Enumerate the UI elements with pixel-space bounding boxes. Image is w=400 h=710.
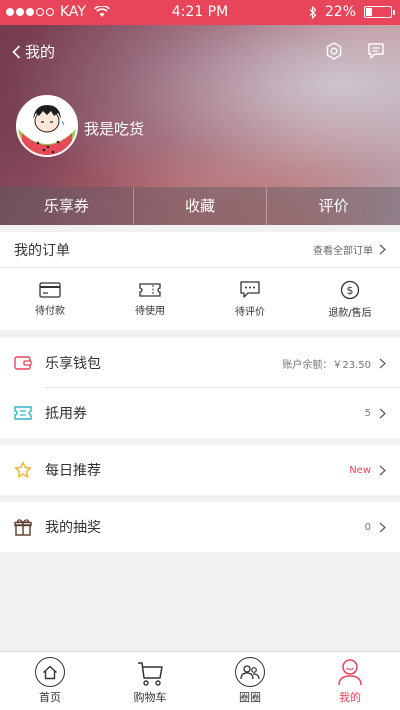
- orders-section: 我的订单 查看全部订单 待付款 待使用 待评价 $ 退款/售后: [0, 232, 400, 330]
- voucher-row[interactable]: 抵用券 5: [0, 388, 400, 438]
- nav-mine[interactable]: 我的: [300, 652, 400, 710]
- nav-home[interactable]: 首页: [0, 652, 100, 710]
- bluetooth-icon: [309, 5, 317, 19]
- avatar[interactable]: [16, 95, 78, 157]
- tab-reviews[interactable]: 评价: [267, 187, 400, 225]
- nav-cart-label: 购物车: [133, 691, 167, 704]
- profile-header: 我的 我是吃货 乐享券 收藏 评价: [0, 25, 400, 225]
- ticket-icon: [139, 282, 161, 297]
- daily-recommend-row[interactable]: 每日推荐 New: [0, 445, 400, 495]
- lottery-label: 我的抽奖: [45, 520, 101, 536]
- avatar-image: [18, 97, 76, 155]
- nav-mine-label: 我的: [339, 691, 361, 704]
- back-button[interactable]: 我的: [12, 41, 55, 62]
- voucher-icon: [14, 404, 32, 422]
- wallet-row[interactable]: 乐享钱包 账户余额：￥23.50: [0, 338, 400, 388]
- chevron-left-icon: [12, 44, 21, 59]
- order-pending-review-label: 待评价: [235, 306, 265, 318]
- view-all-orders-label: 查看全部订单: [313, 246, 373, 257]
- orders-title: 我的订单: [14, 242, 70, 259]
- svg-text:$: $: [347, 284, 354, 297]
- daily-recommend-label: 每日推荐: [45, 463, 101, 479]
- order-pending-use-label: 待使用: [135, 305, 165, 317]
- comment-icon: [240, 280, 260, 298]
- nav-circle-label: 圈圈: [239, 691, 261, 704]
- wallet-icon: [14, 354, 32, 372]
- lottery-count: 0: [364, 521, 371, 533]
- bottom-nav: 首页 购物车 圈圈 我的: [0, 651, 400, 710]
- message-icon[interactable]: [366, 41, 386, 61]
- order-pending-payment[interactable]: 待付款: [0, 268, 100, 330]
- chevron-right-icon: [379, 465, 386, 475]
- star-icon: [14, 461, 32, 479]
- view-all-orders-link[interactable]: 查看全部订单: [313, 242, 386, 257]
- tab-favorites[interactable]: 收藏: [134, 187, 268, 225]
- chevron-right-icon: [379, 358, 386, 368]
- order-refund[interactable]: $ 退款/售后: [300, 268, 400, 330]
- back-label: 我的: [25, 43, 56, 61]
- new-badge: New: [349, 464, 371, 476]
- battery-icon: [364, 6, 395, 18]
- chevron-right-icon: [379, 244, 386, 255]
- nav-home-label: 首页: [39, 691, 61, 704]
- order-pending-review[interactable]: 待评价: [200, 268, 300, 330]
- battery-percent: 22%: [324, 4, 356, 20]
- voucher-label: 抵用券: [45, 406, 87, 422]
- home-icon: [35, 657, 65, 687]
- cart-icon: [138, 662, 163, 686]
- chevron-right-icon: [379, 408, 386, 418]
- wallet-balance: 账户余额：￥23.50: [282, 359, 371, 371]
- gift-icon: [14, 518, 32, 536]
- status-bar: KAY 4:21 PM 22%: [0, 0, 400, 25]
- nav-circle[interactable]: 圈圈: [200, 652, 300, 710]
- username: 我是吃货: [84, 120, 145, 138]
- voucher-count: 5: [364, 407, 371, 419]
- lottery-row[interactable]: 我的抽奖 0: [0, 502, 400, 552]
- settings-icon[interactable]: [324, 41, 344, 61]
- order-pending-payment-label: 待付款: [35, 305, 65, 317]
- refund-icon: $: [340, 280, 360, 299]
- profile-tabs: 乐享券 收藏 评价: [0, 187, 400, 225]
- wallet-label: 乐享钱包: [45, 356, 101, 372]
- user-icon: [338, 659, 362, 686]
- chevron-right-icon: [379, 522, 386, 532]
- order-pending-use[interactable]: 待使用: [100, 268, 200, 330]
- orders-header[interactable]: 我的订单 查看全部订单: [0, 232, 400, 268]
- lottery-group: 我的抽奖 0: [0, 502, 400, 552]
- community-icon: [235, 657, 265, 687]
- nav-cart[interactable]: 购物车: [100, 652, 200, 710]
- order-refund-label: 退款/售后: [328, 307, 372, 319]
- recommend-group: 每日推荐 New: [0, 445, 400, 495]
- card-icon: [39, 281, 61, 298]
- wallet-group: 乐享钱包 账户余额：￥23.50 抵用券 5: [0, 338, 400, 438]
- tab-coupons[interactable]: 乐享券: [0, 187, 134, 225]
